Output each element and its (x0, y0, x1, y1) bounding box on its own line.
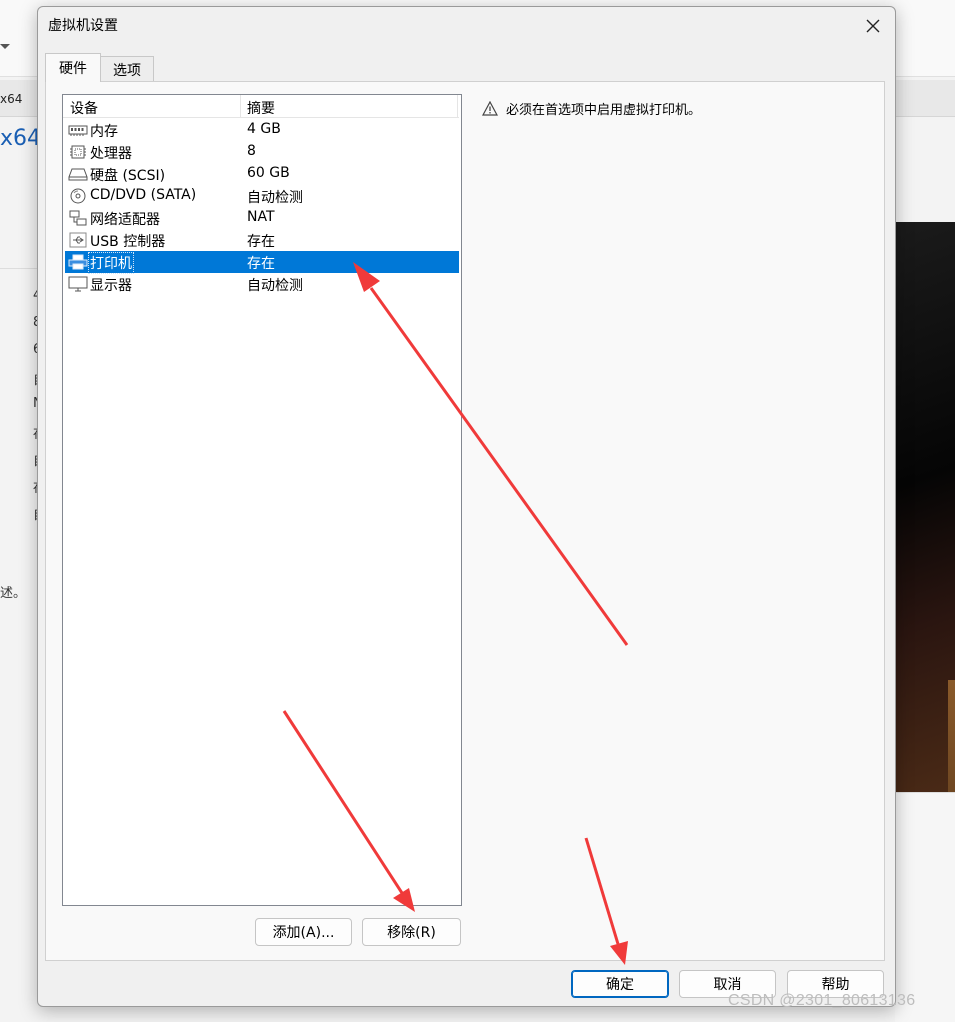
device-name: 网络适配器 (90, 212, 160, 228)
background-right-panel (895, 792, 955, 1022)
background-title: x64 (0, 126, 42, 151)
background-divider (0, 268, 40, 269)
device-row-memory[interactable]: 内存 4 GB (65, 119, 459, 141)
dialog-title: 虚拟机设置 (48, 18, 118, 34)
tab-hardware[interactable]: 硬件 (45, 53, 101, 82)
add-device-button[interactable]: 添加(A)... (255, 918, 352, 946)
device-row-hard-disk[interactable]: 硬盘 (SCSI) 60 GB (65, 163, 459, 185)
background-description: 述。 (0, 586, 27, 601)
device-summary: 自动检测 (247, 278, 303, 294)
device-name: 打印机 (88, 252, 134, 274)
device-summary: NAT (247, 209, 275, 225)
device-row-display[interactable]: 显示器 自动检测 (65, 273, 459, 295)
device-summary: 8 (247, 143, 256, 159)
ok-button[interactable]: 确定 (571, 970, 669, 998)
memory-icon (68, 125, 88, 136)
close-icon (866, 19, 880, 33)
device-row-network-adapter[interactable]: 网络适配器 NAT (65, 207, 459, 229)
list-header: 设备 摘要 (63, 95, 459, 118)
processor-icon (70, 145, 86, 159)
device-name: CD/DVD (SATA) (90, 187, 197, 203)
usb-icon (69, 232, 87, 248)
remove-device-button[interactable]: 移除(R) (362, 918, 461, 946)
warning-icon (482, 101, 498, 116)
device-name: 处理器 (90, 146, 132, 162)
cd-dvd-icon (70, 188, 86, 204)
hardware-panel: 设备 摘要 内存 4 GB 处理器 8 硬盘 (SCSI) 60 GB CD/D… (45, 81, 885, 961)
device-name: 内存 (90, 124, 118, 140)
device-name: USB 控制器 (90, 234, 166, 250)
notice-text: 必须在首选项中启用虚拟打印机。 (506, 103, 702, 118)
device-summary: 4 GB (247, 121, 281, 137)
device-summary: 60 GB (247, 165, 290, 181)
column-divider[interactable] (240, 95, 241, 117)
device-name: 显示器 (90, 278, 132, 294)
device-row-cd-dvd[interactable]: CD/DVD (SATA) 自动检测 (65, 185, 459, 207)
column-header-summary[interactable]: 摘要 (247, 98, 275, 118)
device-row-printer[interactable]: 打印机 存在 (65, 251, 459, 274)
printer-icon (68, 254, 88, 270)
tab-options[interactable]: 选项 (100, 56, 154, 82)
column-divider[interactable] (457, 95, 458, 117)
hard-disk-icon (68, 168, 88, 181)
column-header-device[interactable]: 设备 (70, 98, 98, 118)
network-adapter-icon (69, 210, 87, 226)
background-dropdown-arrow-icon (0, 44, 10, 49)
display-icon (68, 276, 88, 292)
printer-notice: 必须在首选项中启用虚拟打印机。 (482, 99, 701, 118)
watermark: CSDN @2301_80613136 (728, 992, 916, 1009)
device-row-processor[interactable]: 处理器 8 (65, 141, 459, 163)
device-summary: 自动检测 (247, 190, 303, 206)
background-preview-image (895, 222, 955, 792)
vm-settings-dialog: 虚拟机设置 硬件 选项 设备 摘要 内存 4 GB 处理器 8 硬盘 (SCSI… (37, 6, 896, 1007)
device-summary: 存在 (247, 256, 275, 272)
background-tab-label: x64 (0, 92, 23, 106)
close-button[interactable] (860, 13, 886, 39)
device-row-usb[interactable]: USB 控制器 存在 (65, 229, 459, 251)
device-list[interactable]: 设备 摘要 内存 4 GB 处理器 8 硬盘 (SCSI) 60 GB CD/D… (62, 94, 462, 906)
device-summary: 存在 (247, 234, 275, 250)
device-name: 硬盘 (SCSI) (90, 168, 166, 184)
